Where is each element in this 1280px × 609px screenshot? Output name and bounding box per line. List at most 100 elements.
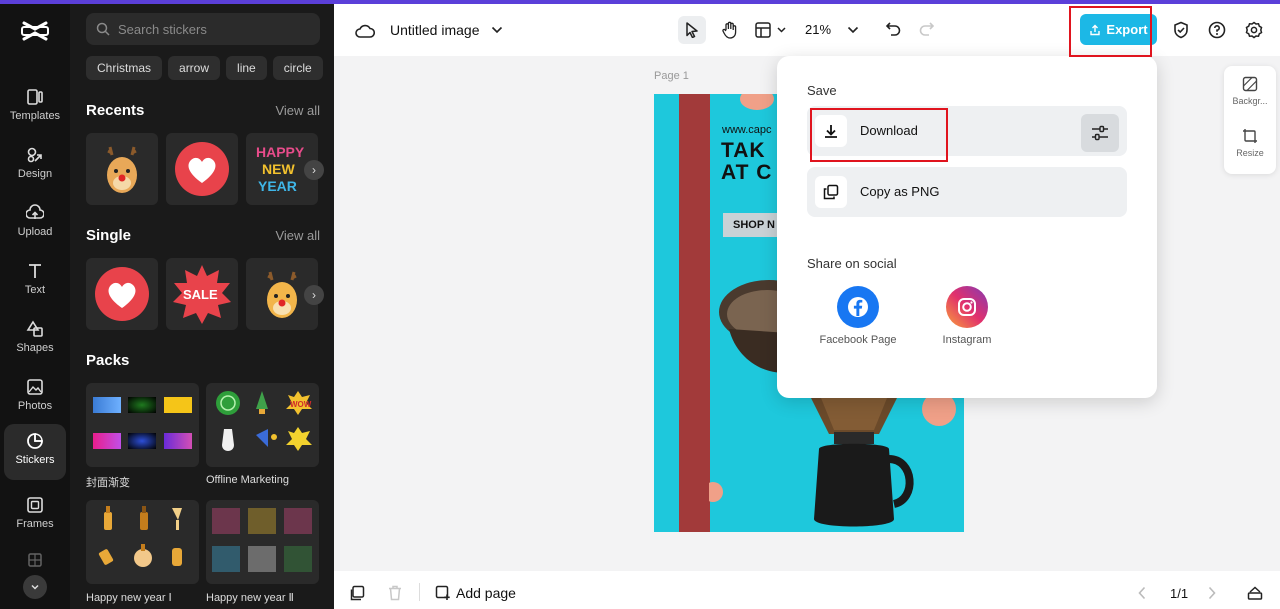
redo-icon[interactable] xyxy=(917,19,937,39)
right-tools-panel: Backgr... Resize xyxy=(1224,66,1276,174)
sidebar-item-shapes[interactable]: Shapes xyxy=(4,312,66,368)
document-title[interactable]: Untitled image xyxy=(390,22,480,38)
background-tool[interactable]: Backgr... xyxy=(1224,76,1276,106)
divider xyxy=(419,583,420,601)
share-instagram-button[interactable]: Instagram xyxy=(927,286,1007,347)
search-input[interactable] xyxy=(118,21,308,37)
artboard-headline: TAK AT C xyxy=(721,140,772,184)
pack-happy-new-year-1[interactable] xyxy=(86,500,199,584)
artboard-circle-top xyxy=(740,94,774,110)
sidebar-item-more[interactable] xyxy=(4,544,66,574)
sale-sticker-icon: SALE xyxy=(173,265,231,324)
chevron-right-icon: › xyxy=(312,288,316,302)
sidebar-item-frames[interactable]: Frames xyxy=(4,488,66,544)
zoom-chevron-down-icon[interactable] xyxy=(846,23,860,37)
sidebar-item-text[interactable]: Text xyxy=(4,254,66,310)
background-icon xyxy=(1242,76,1258,92)
help-icon[interactable] xyxy=(1206,19,1228,41)
chip-line[interactable]: line xyxy=(226,56,267,80)
download-settings-button[interactable] xyxy=(1081,114,1119,152)
duplicate-page-icon[interactable] xyxy=(348,584,366,602)
chevron-right-icon: › xyxy=(312,163,316,177)
sidebar-item-label: Design xyxy=(17,168,53,180)
gradient-swatch xyxy=(128,397,156,413)
pack-label: Happy new year Ⅱ xyxy=(206,592,294,604)
download-highlight-box xyxy=(810,108,948,162)
recents-next-button[interactable]: › xyxy=(304,160,324,180)
templates-icon xyxy=(27,89,43,105)
gradient-swatch xyxy=(93,397,121,413)
copy-png-row[interactable]: Copy as PNG xyxy=(807,167,1127,217)
cloud-save-icon[interactable] xyxy=(354,20,376,42)
tag-chips: Christmas arrow line circle xyxy=(86,56,326,82)
pack-gradient[interactable] xyxy=(86,383,199,467)
reindeer-sticker-icon xyxy=(107,146,137,193)
chevron-down-icon xyxy=(31,584,39,590)
gradient-swatch xyxy=(164,433,192,449)
layout-icon xyxy=(755,22,786,38)
expand-pages-icon[interactable] xyxy=(1246,584,1264,602)
frames-icon xyxy=(27,497,43,513)
single-next-button[interactable]: › xyxy=(304,285,324,305)
text-icon xyxy=(29,264,41,278)
capcut-logo-icon[interactable] xyxy=(21,18,49,44)
delete-page-icon[interactable] xyxy=(386,584,404,602)
sliders-icon xyxy=(1092,125,1108,141)
hand-tool-button[interactable] xyxy=(716,16,744,44)
recents-view-all-link[interactable]: View all xyxy=(275,103,320,118)
sticker-heart[interactable] xyxy=(166,133,238,205)
artboard-headline-line: AT C xyxy=(721,161,773,184)
sidebar-item-photos[interactable]: Photos xyxy=(4,370,66,426)
facebook-icon xyxy=(837,286,879,328)
pack-label: Offline Marketing xyxy=(206,474,289,486)
zoom-level[interactable]: 21% xyxy=(805,22,831,37)
pack-label: Happy new year Ⅰ xyxy=(86,592,172,604)
gradient-swatch xyxy=(128,433,156,449)
heart-sticker-icon xyxy=(175,142,229,196)
chip-christmas[interactable]: Christmas xyxy=(86,56,163,80)
copy-image-icon xyxy=(815,176,847,208)
next-page-icon[interactable] xyxy=(1204,585,1220,601)
reindeer-sticker-icon xyxy=(267,271,297,318)
resize-tool[interactable]: Resize xyxy=(1224,128,1276,158)
resize-label: Resize xyxy=(1236,148,1264,158)
sticker-heart[interactable] xyxy=(86,258,158,330)
add-page-button[interactable]: Add page xyxy=(456,585,516,601)
shield-check-icon[interactable] xyxy=(1170,19,1192,41)
bottles-stickers-icon xyxy=(98,506,182,567)
sidebar-item-design[interactable]: Design xyxy=(4,138,66,194)
sidebar-item-label: Photos xyxy=(17,400,53,412)
collapse-rail-button[interactable] xyxy=(23,575,47,599)
gradient-swatch xyxy=(93,433,121,449)
sidebar-item-upload[interactable]: Upload xyxy=(4,196,66,252)
stickers-panel: Christmasarrowlinecircle Recents View al… xyxy=(70,4,334,609)
sticker-text: HAPPY xyxy=(256,144,305,160)
layout-dropdown-button[interactable] xyxy=(752,16,792,44)
chip-circle[interactable]: circle xyxy=(272,56,323,80)
add-page-icon[interactable] xyxy=(434,584,452,602)
sidebar-item-stickers[interactable]: Stickers xyxy=(4,424,66,480)
chip-arrow[interactable]: arrow xyxy=(168,56,221,80)
share-facebook-button[interactable]: Facebook Page xyxy=(818,286,898,347)
share-section-label: Share on social xyxy=(807,256,897,271)
sticker-reindeer[interactable] xyxy=(86,133,158,205)
sticker-text: NEW xyxy=(262,161,295,177)
undo-icon[interactable] xyxy=(883,19,903,39)
instagram-label: Instagram xyxy=(942,334,992,346)
packs-title: Packs xyxy=(86,352,130,369)
search-box[interactable] xyxy=(86,13,320,45)
prev-page-icon[interactable] xyxy=(1134,585,1150,601)
sidebar-item-templates[interactable]: Templates xyxy=(4,80,66,136)
page-label: Page 1 xyxy=(654,70,689,82)
recents-title: Recents xyxy=(86,102,145,119)
pack-offline-marketing[interactable]: WOW xyxy=(206,383,319,467)
chevron-down-icon[interactable] xyxy=(490,23,504,37)
heart-sticker-icon xyxy=(95,267,149,321)
select-tool-button[interactable] xyxy=(678,16,706,44)
sidebar-item-label: Text xyxy=(24,284,46,296)
sticker-sale[interactable]: SALE xyxy=(166,258,238,330)
pack-happy-new-year-2[interactable] xyxy=(206,500,319,584)
settings-gear-icon[interactable] xyxy=(1243,19,1265,41)
single-view-all-link[interactable]: View all xyxy=(275,228,320,243)
sidebar-item-label: Upload xyxy=(17,226,53,238)
